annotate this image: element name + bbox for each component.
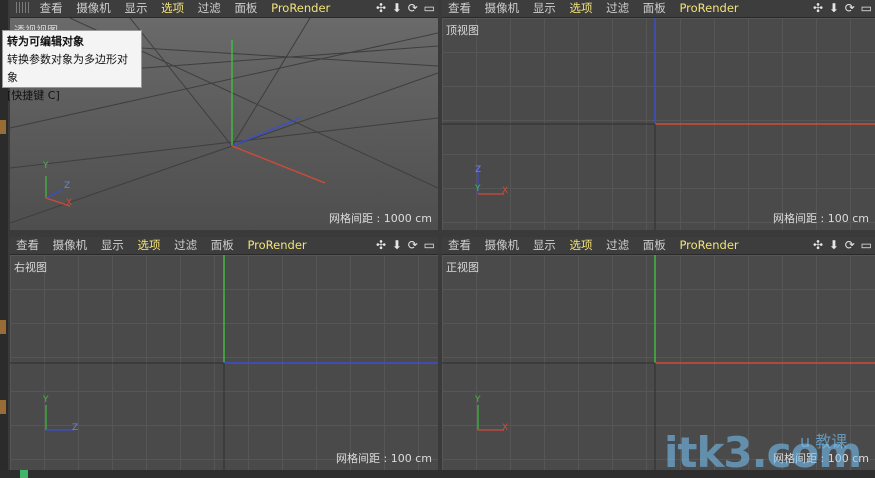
axis-lines (10, 255, 438, 470)
menu-display[interactable]: 显示 (533, 0, 556, 17)
viewport-canvas[interactable]: Y Z (10, 255, 438, 470)
axis-label-y: Y (43, 395, 49, 405)
tooltip-description: 转换参数对象为多边形对象 (7, 53, 128, 84)
axis-lines (442, 18, 875, 230)
axis-label-y: Y (475, 184, 481, 194)
viewport-menubar: 查看 摄像机 显示 选项 过滤 面板 ProRender ✣ ⬇ ⟳ ▭ (10, 0, 438, 18)
menu-filter[interactable]: 过滤 (198, 0, 221, 17)
viewport-tools-icon[interactable]: ✣ ⬇ ⟳ ▭ (376, 0, 436, 17)
axis-label-z: Z (72, 423, 79, 433)
axis-label-y: Y (43, 161, 49, 171)
menu-panel[interactable]: 面板 (643, 0, 666, 17)
viewport-canvas[interactable]: Z Y X (442, 18, 875, 230)
viewport-label: 正视图 (446, 261, 479, 274)
menu-view[interactable]: 查看 (16, 237, 39, 254)
menu-panel[interactable]: 面板 (643, 237, 666, 254)
viewport-top[interactable]: 查看 摄像机 显示 选项 过滤 面板 ProRender ✣ ⬇ ⟳ ▭ Z Y… (442, 0, 875, 230)
menu-options[interactable]: 选项 (137, 237, 160, 254)
timeline-strip[interactable] (0, 470, 875, 478)
menu-camera[interactable]: 摄像机 (485, 0, 520, 17)
tooltip: 转为可编辑对象 转换参数对象为多边形对象 [快捷键 C] (2, 30, 142, 102)
menu-prorender[interactable]: ProRender (679, 237, 738, 254)
viewport-tools-icon[interactable]: ✣ ⬇ ⟳ ▭ (813, 237, 873, 254)
menu-camera[interactable]: 摄像机 (485, 237, 520, 254)
tooltip-shortcut: [快捷键 C] (7, 89, 60, 102)
viewport-right[interactable]: 查看 摄像机 显示 选项 过滤 面板 ProRender ✣ ⬇ ⟳ ▭ Y Z… (10, 237, 438, 470)
grip-icon[interactable] (16, 2, 30, 13)
timeline-marker[interactable] (20, 470, 28, 478)
menu-display[interactable]: 显示 (533, 237, 556, 254)
menu-display[interactable]: 显示 (101, 237, 124, 254)
axis-label-z: Z (64, 181, 71, 191)
tool-mark[interactable] (0, 400, 6, 414)
grid-spacing: 网格间距 : 100 cm (336, 452, 432, 465)
axis-label-x: X (502, 423, 509, 433)
menu-panel[interactable]: 面板 (211, 237, 234, 254)
viewport-menubar: 查看 摄像机 显示 选项 过滤 面板 ProRender ✣ ⬇ ⟳ ▭ (442, 237, 875, 255)
axis-label-y: Y (475, 395, 481, 405)
watermark-sub: u 教课 (800, 432, 848, 451)
tooltip-title: 转为可编辑对象 (7, 35, 84, 48)
viewport-menubar: 查看 摄像机 显示 选项 过滤 面板 ProRender ✣ ⬇ ⟳ ▭ (442, 0, 875, 18)
menu-prorender[interactable]: ProRender (271, 0, 330, 17)
viewport-label: 右视图 (14, 261, 47, 274)
viewport-label: 顶视图 (446, 24, 479, 37)
menu-filter[interactable]: 过滤 (174, 237, 197, 254)
viewport-menubar: 查看 摄像机 显示 选项 过滤 面板 ProRender ✣ ⬇ ⟳ ▭ (10, 237, 438, 255)
grid-spacing: 网格间距 : 1000 cm (329, 212, 432, 225)
menu-display[interactable]: 显示 (124, 0, 147, 17)
menu-view[interactable]: 查看 (448, 0, 471, 17)
menu-options[interactable]: 选项 (569, 237, 592, 254)
menu-camera[interactable]: 摄像机 (53, 237, 88, 254)
menu-filter[interactable]: 过滤 (606, 0, 629, 17)
axis-label-z: Z (475, 165, 482, 175)
menu-view[interactable]: 查看 (40, 0, 63, 17)
grid-spacing: 网格间距 : 100 cm (773, 212, 869, 225)
menu-camera[interactable]: 摄像机 (76, 0, 111, 17)
axis-label-x: X (502, 186, 509, 196)
tool-mark[interactable] (0, 320, 6, 334)
menu-prorender[interactable]: ProRender (247, 237, 306, 254)
menu-prorender[interactable]: ProRender (679, 0, 738, 17)
menu-filter[interactable]: 过滤 (606, 237, 629, 254)
menu-view[interactable]: 查看 (448, 237, 471, 254)
viewport-tools-icon[interactable]: ✣ ⬇ ⟳ ▭ (813, 0, 873, 17)
tool-mark[interactable] (0, 120, 6, 134)
menu-options[interactable]: 选项 (569, 0, 592, 17)
viewport-tools-icon[interactable]: ✣ ⬇ ⟳ ▭ (376, 237, 436, 254)
axis-label-x: X (66, 198, 73, 208)
menu-options[interactable]: 选项 (161, 0, 184, 17)
menu-panel[interactable]: 面板 (234, 0, 257, 17)
